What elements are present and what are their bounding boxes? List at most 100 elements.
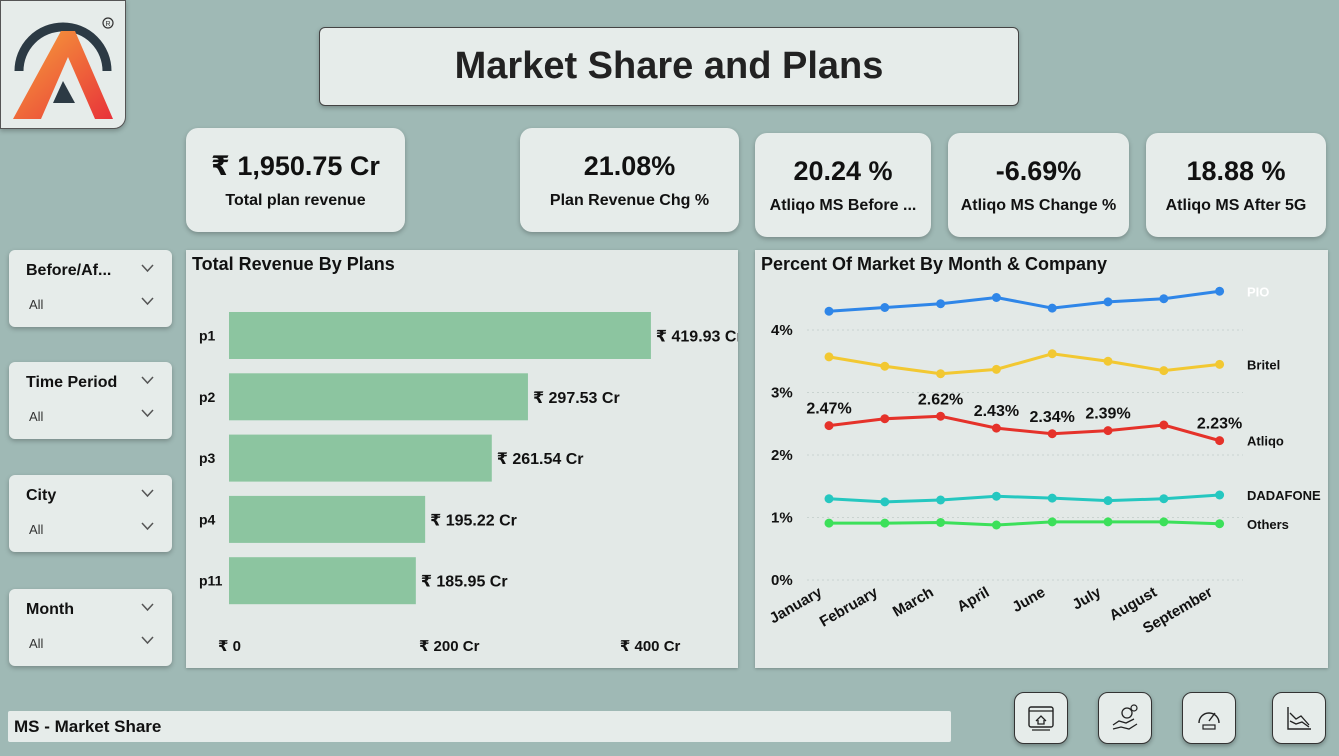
bar-value-label: ₹ 261.54 Cr <box>497 451 584 468</box>
data-point <box>1215 286 1225 296</box>
nav-gauge-button[interactable] <box>1182 692 1236 744</box>
data-point <box>1159 494 1169 504</box>
nav-revenue-button[interactable] <box>1098 692 1152 744</box>
data-point <box>1159 294 1169 304</box>
chevron-down-icon[interactable] <box>141 409 154 418</box>
data-point <box>1047 349 1057 359</box>
bar-category-label: p4 <box>199 511 216 527</box>
bar-value-label: ₹ 195.22 Cr <box>430 512 517 529</box>
kpi-atliqo-ms-after-5g: 18.88 % Atliqo MS After 5G <box>1146 133 1326 237</box>
y-tick-label: 3% <box>771 385 793 402</box>
data-point <box>1215 519 1225 529</box>
data-point <box>991 293 1001 302</box>
filter-label: Time Period <box>26 374 118 391</box>
bar <box>229 434 492 482</box>
filter-value[interactable]: All <box>29 636 43 651</box>
logo-mark-icon: R <box>13 17 114 119</box>
filter-label: Month <box>26 601 74 618</box>
x-tick-label: January <box>767 583 826 627</box>
x-tick-label: July <box>1070 583 1105 613</box>
x-tick-label: ₹ 0 <box>218 638 241 655</box>
data-point <box>824 306 834 316</box>
revenue-bar-chart: p1 ₹ 419.93 Cr p2 ₹ 297.53 Cr p3 ₹ 261.54 Cr p… <box>199 312 738 655</box>
kpi-label: Plan Revenue Chg % <box>549 191 710 209</box>
filter-value[interactable]: All <box>29 522 43 537</box>
kpi-plan-revenue-change: 21.08% Plan Revenue Chg % <box>520 128 739 232</box>
data-point <box>1047 303 1057 313</box>
kpi-value: 21.08% <box>583 150 676 181</box>
data-point <box>1047 517 1057 527</box>
filter-label: City <box>26 487 57 504</box>
filter-label: Before/Af... <box>26 262 112 279</box>
line-chart-icon <box>1287 707 1311 730</box>
market-share-panel: Percent Of Market By Month & Company 0% 1… <box>755 250 1328 668</box>
chevron-down-icon[interactable] <box>141 297 154 306</box>
bar-value-label: ₹ 185.95 Cr <box>421 574 508 591</box>
data-label: 2.39% <box>1085 406 1130 423</box>
data-point <box>936 369 946 379</box>
filter-value[interactable]: All <box>29 297 43 312</box>
market-share-line-chart: 0% 1% 2% 3% 4% PIO Britel Atliqo 2.47% 2.62% 2.43%… <box>767 284 1321 637</box>
kpi-value: ₹ 1,950.75 Cr <box>211 150 380 181</box>
data-point <box>1215 359 1225 369</box>
chevron-down-icon[interactable] <box>141 603 154 612</box>
data-point <box>1103 426 1113 436</box>
y-tick-label: 2% <box>771 447 793 464</box>
bar-category-label: p2 <box>199 389 216 405</box>
data-point <box>880 414 890 424</box>
data-point <box>824 421 834 431</box>
chevron-down-icon[interactable] <box>141 376 154 385</box>
data-point <box>991 423 1001 433</box>
svg-text:R: R <box>106 21 111 28</box>
bar-category-label: p1 <box>199 328 216 344</box>
data-point <box>1215 490 1225 500</box>
data-point <box>991 364 1001 374</box>
chevron-down-icon[interactable] <box>141 636 154 645</box>
data-label: 2.47% <box>806 401 851 418</box>
company-logo: R <box>0 0 126 129</box>
chevron-down-icon[interactable] <box>141 522 154 531</box>
data-point <box>1215 436 1225 446</box>
data-point <box>880 361 890 371</box>
kpi-value: 18.88 % <box>1186 155 1286 186</box>
data-point <box>880 497 890 507</box>
data-point <box>880 303 890 312</box>
chevron-down-icon[interactable] <box>141 489 154 498</box>
kpi-label: Atliqo MS Change % <box>960 196 1117 214</box>
data-point <box>1103 297 1113 307</box>
kpi-atliqo-ms-before: 20.24 % Atliqo MS Before ... <box>755 133 931 237</box>
series-end-label: DADAFONE <box>1247 488 1321 503</box>
data-point <box>936 411 946 421</box>
kpi-value: 20.24 % <box>793 155 893 186</box>
x-tick-label: ₹ 400 Cr <box>620 638 681 655</box>
data-point <box>824 494 834 504</box>
data-point <box>1103 517 1113 527</box>
x-tick-label: April <box>954 584 992 616</box>
bar-category-label: p11 <box>199 573 223 589</box>
kpi-atliqo-ms-change: -6.69% Atliqo MS Change % <box>948 133 1129 237</box>
filter-time-period[interactable]: Time Period All <box>9 362 172 439</box>
bar-value-label: ₹ 419.93 Cr <box>656 329 738 346</box>
chevron-down-icon[interactable] <box>141 264 154 273</box>
filter-value[interactable]: All <box>29 409 43 424</box>
series-end-label: Others <box>1247 517 1289 532</box>
x-tick-label: ₹ 200 Cr <box>419 638 480 655</box>
page-title: Market Share and Plans <box>319 27 1019 106</box>
x-tick-label: February <box>817 583 882 630</box>
footer-note: MS - Market Share <box>8 711 951 742</box>
nav-home-button[interactable] <box>1014 692 1068 744</box>
data-point <box>1159 366 1169 376</box>
y-tick-label: 0% <box>771 572 793 589</box>
data-point <box>991 520 1001 530</box>
bar <box>229 557 416 605</box>
nav-trend-button[interactable] <box>1272 692 1326 744</box>
data-point <box>1047 429 1057 439</box>
data-label: 2.34% <box>1030 409 1075 426</box>
filter-city[interactable]: City All <box>9 475 172 552</box>
filter-before-after[interactable]: Before/Af... All <box>9 250 172 327</box>
data-label: 2.43% <box>974 403 1019 420</box>
data-point <box>991 491 1001 501</box>
home-dashboard-icon <box>1028 706 1054 731</box>
filter-month[interactable]: Month All <box>9 589 172 666</box>
bar <box>229 312 651 359</box>
